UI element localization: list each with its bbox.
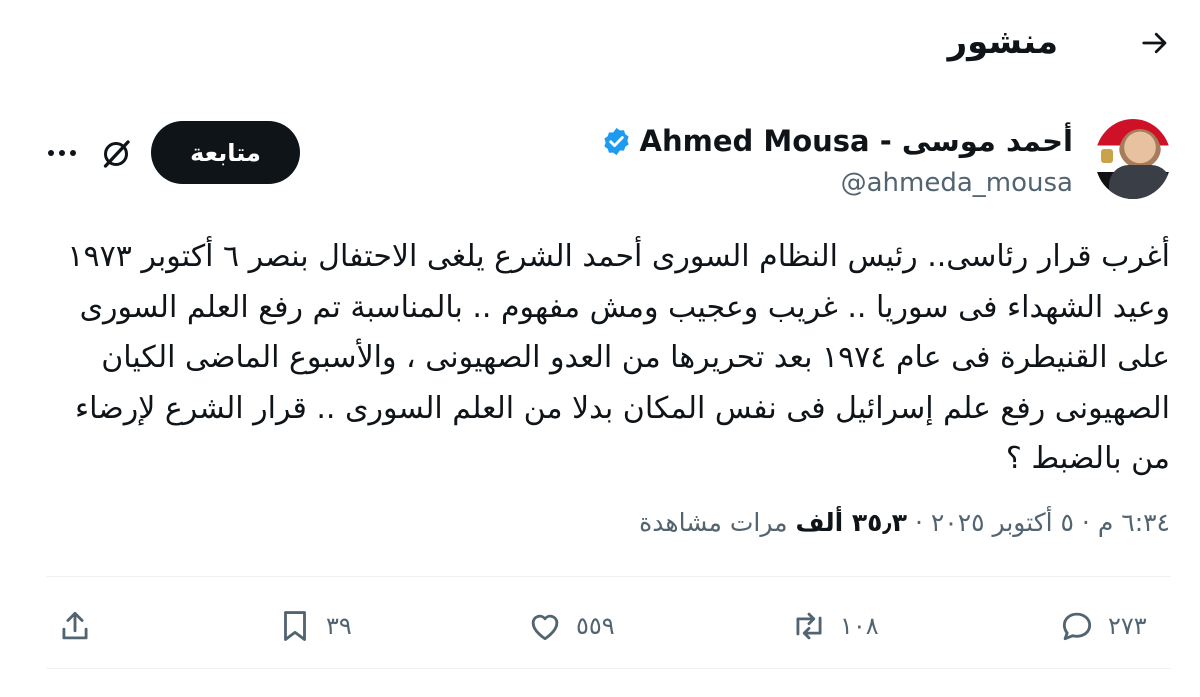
tweet-date[interactable]: ٥ أكتوبر ٢٠٢٥: [931, 508, 1074, 537]
bookmark-count: ٣٩: [326, 612, 352, 640]
tweet-meta: ٦:٣٤ م · ٥ أكتوبر ٢٠٢٥ · ٣٥٫٣ ألف مرات م…: [639, 508, 1170, 537]
action-bar: ٢٧٣ ١٠٨ ٥٥٩ ٣٩: [0, 598, 1200, 654]
bookmark-button[interactable]: ٣٩: [276, 598, 352, 654]
arrow-right-icon: [1142, 32, 1167, 54]
reply-icon: [1062, 612, 1092, 641]
page-title: منشور: [947, 22, 1058, 62]
back-button[interactable]: [1140, 28, 1170, 58]
tweet-text: أغرب قرار رئاسى.. رئيس النظام السورى أحم…: [67, 239, 1170, 476]
views-label: مرات مشاهدة: [639, 508, 788, 537]
author-name-row[interactable]: Ahmed Mousa - أحمد موسى: [601, 124, 1073, 158]
divider: [46, 668, 1171, 669]
avatar[interactable]: [1095, 119, 1171, 199]
bookmark-icon: [284, 611, 306, 641]
repost-count: ١٠٨: [840, 612, 879, 640]
tweet-time[interactable]: ٦:٣٤ م: [1098, 508, 1170, 537]
more-options-icon[interactable]: [46, 141, 78, 165]
like-button[interactable]: ٥٥٩: [526, 598, 615, 654]
repost-icon: [796, 612, 822, 640]
views-count: ٣٥٫٣ ألف: [795, 508, 908, 537]
repost-button[interactable]: ١٠٨: [790, 598, 879, 654]
reply-button[interactable]: ٢٧٣: [1058, 598, 1147, 654]
follow-button[interactable]: متابعة: [151, 121, 300, 184]
verified-badge-icon: [603, 127, 629, 155]
author-handle[interactable]: @ahmeda_mousa: [841, 168, 1073, 198]
like-count: ٥٥٩: [576, 612, 615, 640]
author-name: Ahmed Mousa - أحمد موسى: [639, 124, 1073, 158]
share-icon: [62, 611, 88, 640]
reply-count: ٢٧٣: [1108, 612, 1147, 640]
heart-icon: [531, 614, 559, 641]
share-button[interactable]: [56, 598, 94, 654]
grok-icon[interactable]: [98, 136, 134, 172]
divider: [46, 576, 1171, 577]
